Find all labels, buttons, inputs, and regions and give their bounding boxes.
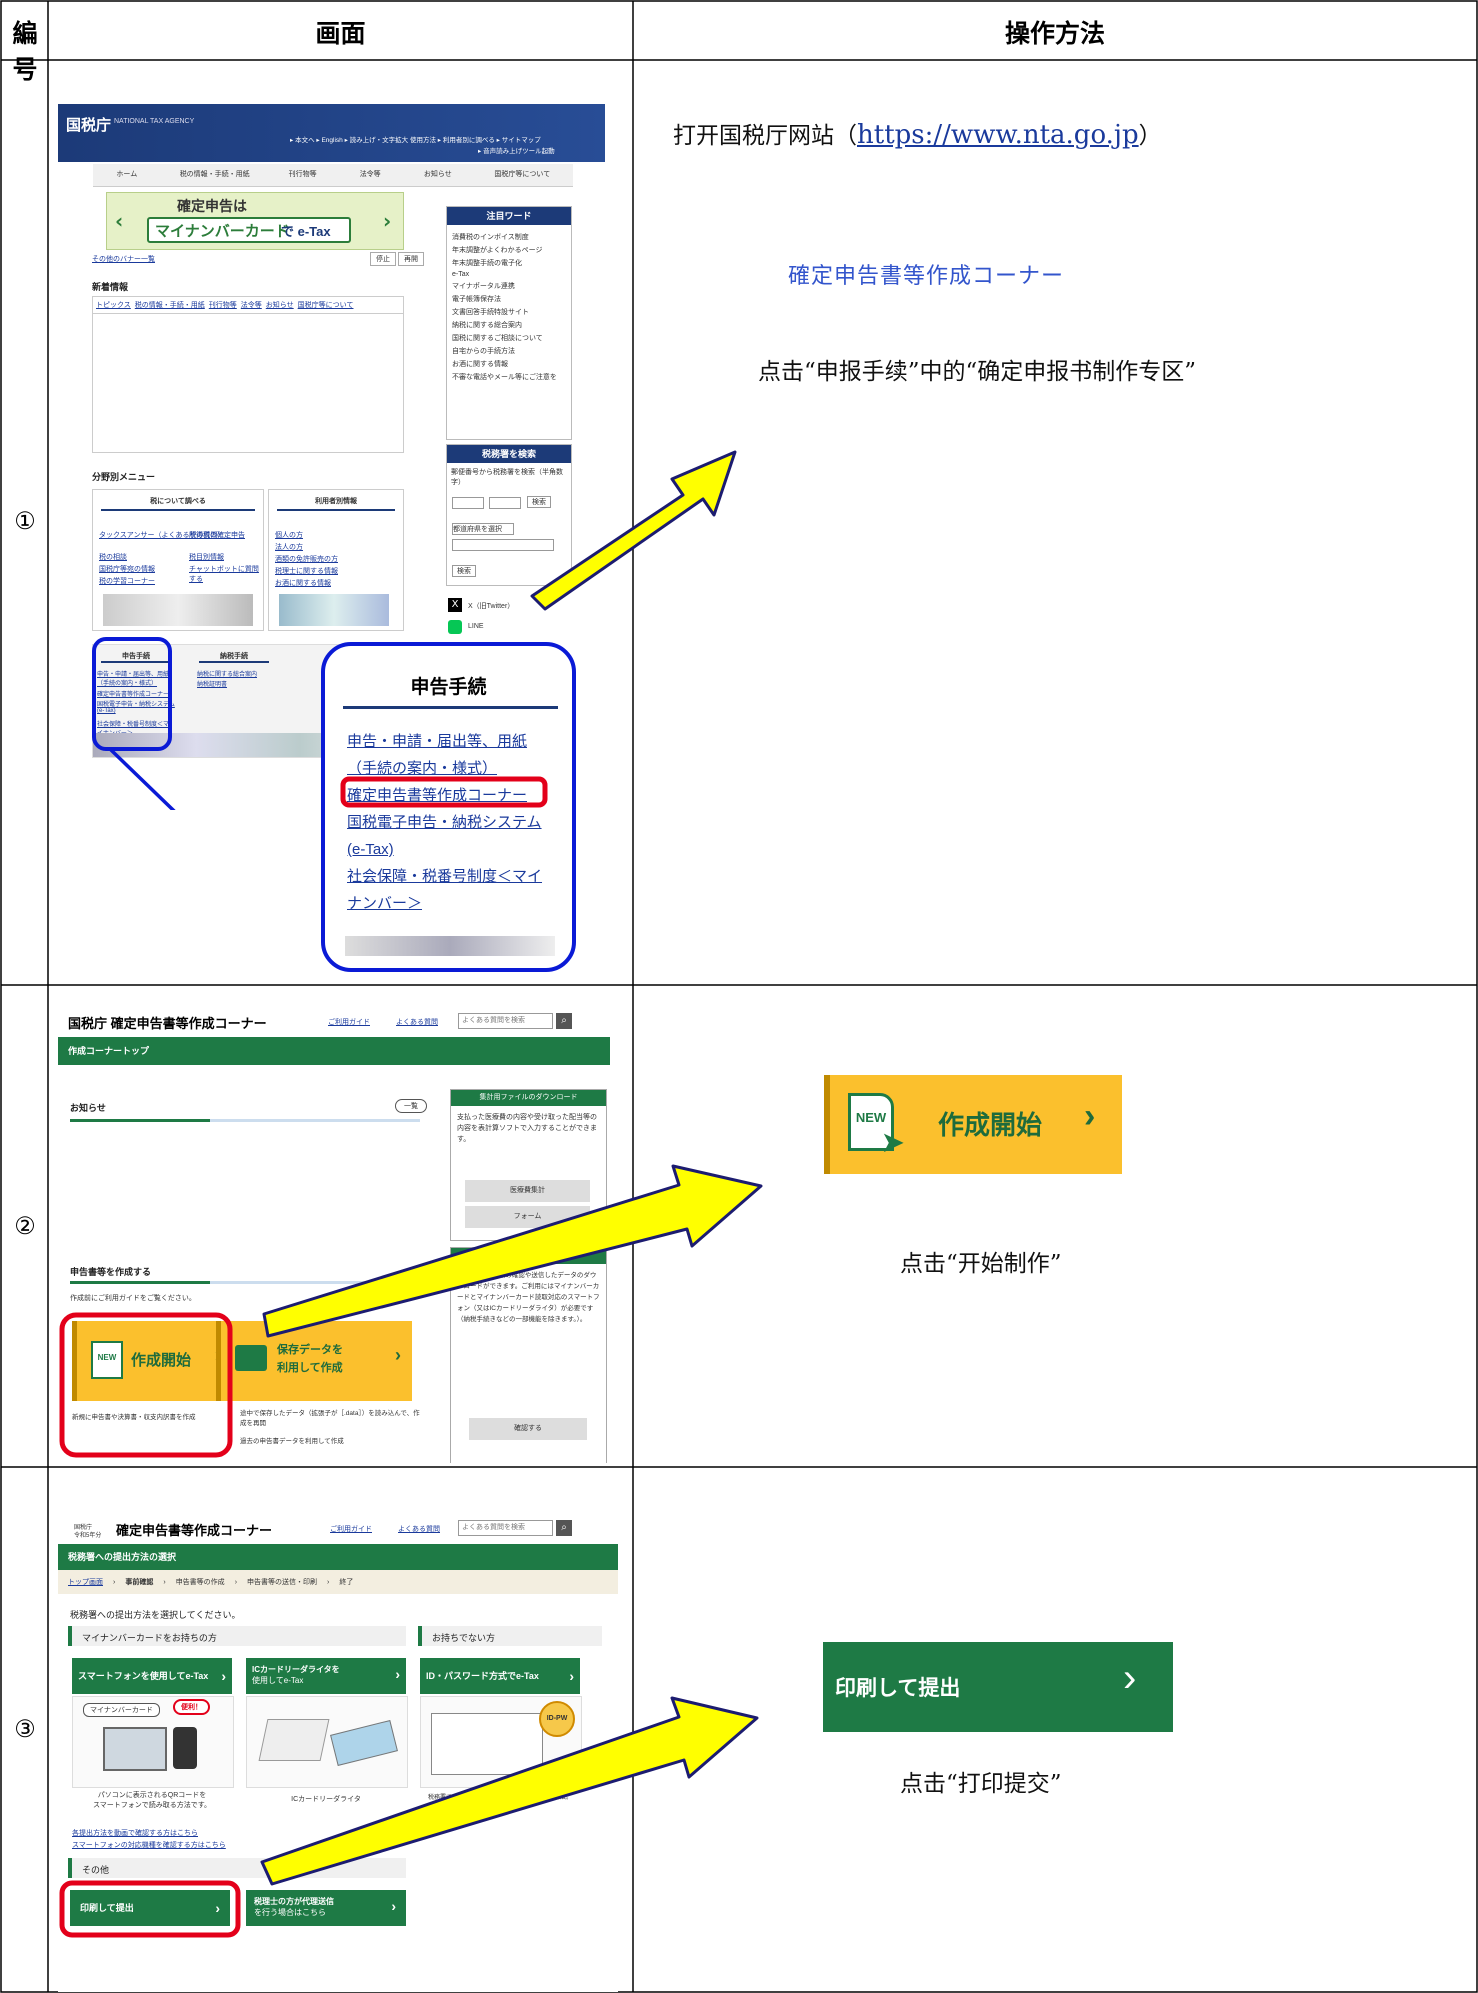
zoom-link-etax[interactable]: 国税電子申告・納税システム	[347, 809, 542, 836]
zoom-title-rule	[343, 706, 558, 709]
big-start-label: 作成開始	[938, 1110, 1043, 1140]
header-number: 編号	[12, 19, 38, 84]
zoom-title: 申告手続	[410, 677, 487, 698]
big-print-submit-label: 印刷して提出	[835, 1677, 961, 1700]
instr-open-suffix: ）	[1138, 123, 1162, 149]
submission-method-screenshot: 国税庁 令和5年分 確定申告書等作成コーナー ご利用ガイド よくある質問 よくあ…	[58, 1510, 618, 1992]
row-number-1: ①	[14, 507, 36, 535]
row-number-2: ②	[14, 1212, 36, 1240]
zoom-highlight	[340, 776, 548, 808]
zoom-link-mynumber[interactable]: 社会保障・税番号制度＜マイ	[347, 863, 542, 890]
header-screen: 画面	[315, 19, 366, 48]
big-start-button[interactable]: NEW ➤ 作成開始 ›	[824, 1075, 1122, 1174]
instr-click-start: 点击“开始制作”	[900, 1251, 1062, 1277]
big-print-submit-button[interactable]: 印刷して提出 ›	[823, 1642, 1173, 1732]
instr-open-prefix: 打开国税厅网站（	[673, 123, 857, 149]
zoom-photo	[345, 936, 555, 956]
start-highlight	[59, 1312, 233, 1458]
chevron-right-icon: ›	[1084, 1097, 1096, 1135]
kakutei-top-screenshot: 国税庁 確定申告書等作成コーナー ご利用ガイド よくある質問 よくある質問を検索…	[58, 1003, 610, 1463]
row-number-3: ③	[14, 1715, 36, 1743]
zoom-links: 申告・申請・届出等、用紙 （手続の案内・様式） 確定申告書等作成コーナー 国税電…	[347, 728, 542, 917]
instr-click-print: 点击“打印提交”	[900, 1771, 1062, 1797]
new-label: NEW	[855, 1110, 887, 1125]
zoom-link-etax-sub[interactable]: (e-Tax)	[347, 836, 542, 863]
instr-click-procedure: 点击“申报手续”中的“确定申报书制作专区”	[758, 359, 1197, 385]
zoom-link-mynumber-sub[interactable]: ナンバー＞	[347, 890, 542, 917]
chevron-right-icon: ›	[1123, 1656, 1137, 1700]
header-method: 操作方法	[1004, 19, 1105, 48]
zoom-link-forms[interactable]: 申告・申請・届出等、用紙	[347, 728, 542, 755]
print-highlight	[59, 1880, 241, 1938]
instr-open-site: 打开国税厅网站（https://www.nta.go.jp）	[673, 116, 1162, 150]
cursor-icon: ➤	[882, 1127, 904, 1157]
nta-url-link[interactable]: https://www.nta.go.jp	[857, 120, 1139, 150]
kakutei-corner-link[interactable]: 確定申告書等作成コーナー	[788, 258, 1064, 290]
